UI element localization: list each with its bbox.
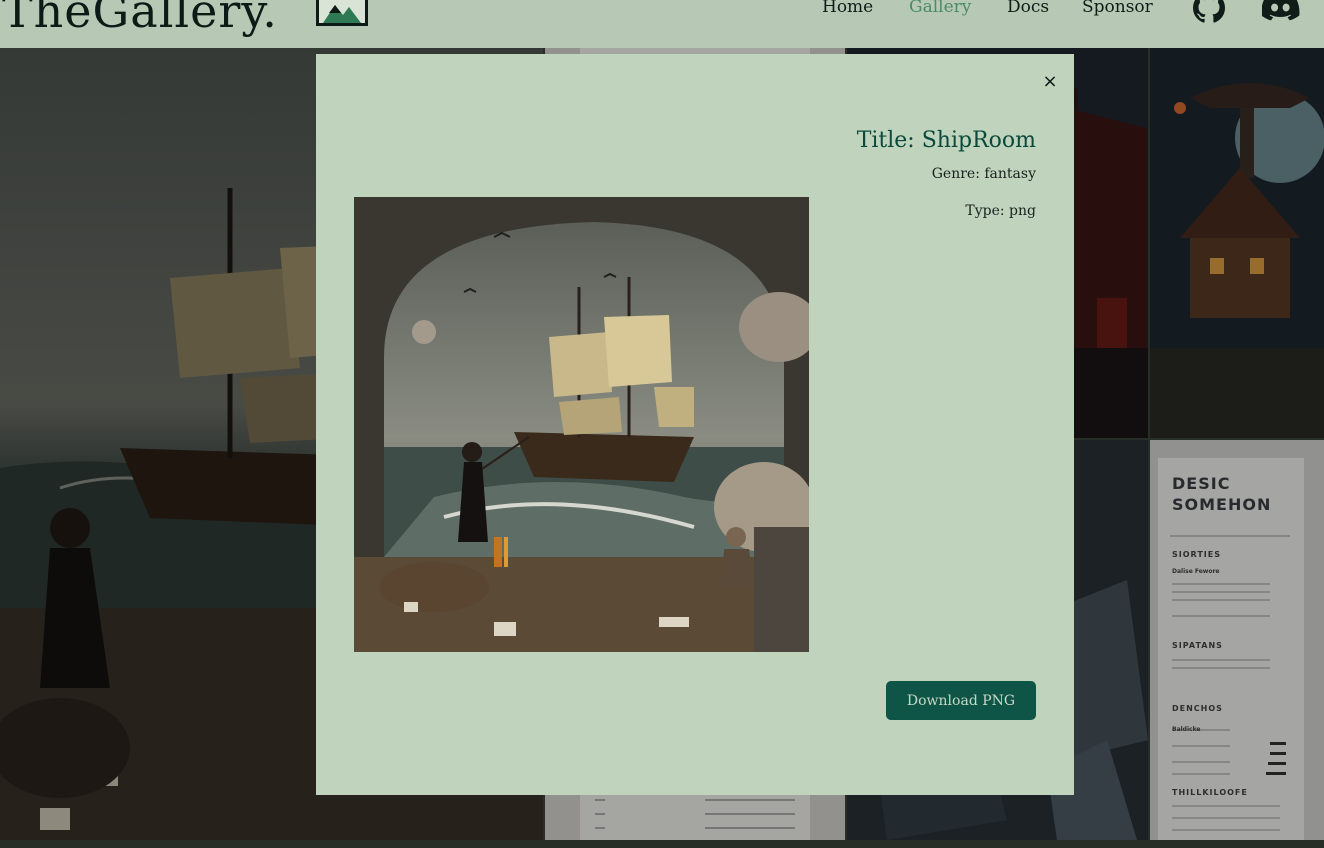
discord-icon[interactable] <box>1262 0 1300 22</box>
nav-gallery[interactable]: Gallery <box>909 0 971 17</box>
logo-mountain-icon[interactable] <box>316 0 368 26</box>
image-title: Title: ShipRoom <box>856 128 1036 153</box>
close-icon[interactable]: × <box>1038 70 1062 94</box>
image-type: Type: png <box>965 203 1036 219</box>
nav-sponsor[interactable]: Sponsor <box>1082 0 1153 17</box>
top-navbar: TheGallery. Home Gallery Docs Sponsor <box>0 0 1324 48</box>
image-genre: Genre: fantasy <box>931 166 1036 182</box>
download-png-button[interactable]: Download PNG <box>886 681 1036 720</box>
github-icon[interactable] <box>1192 0 1226 24</box>
image-detail-modal: × Title: ShipRoom Genre: fantasy Type: p… <box>316 54 1074 795</box>
nav-home[interactable]: Home <box>822 0 873 17</box>
nav-docs[interactable]: Docs <box>1007 0 1049 17</box>
image-preview <box>354 197 809 652</box>
site-logo-text[interactable]: TheGallery. <box>2 0 278 38</box>
